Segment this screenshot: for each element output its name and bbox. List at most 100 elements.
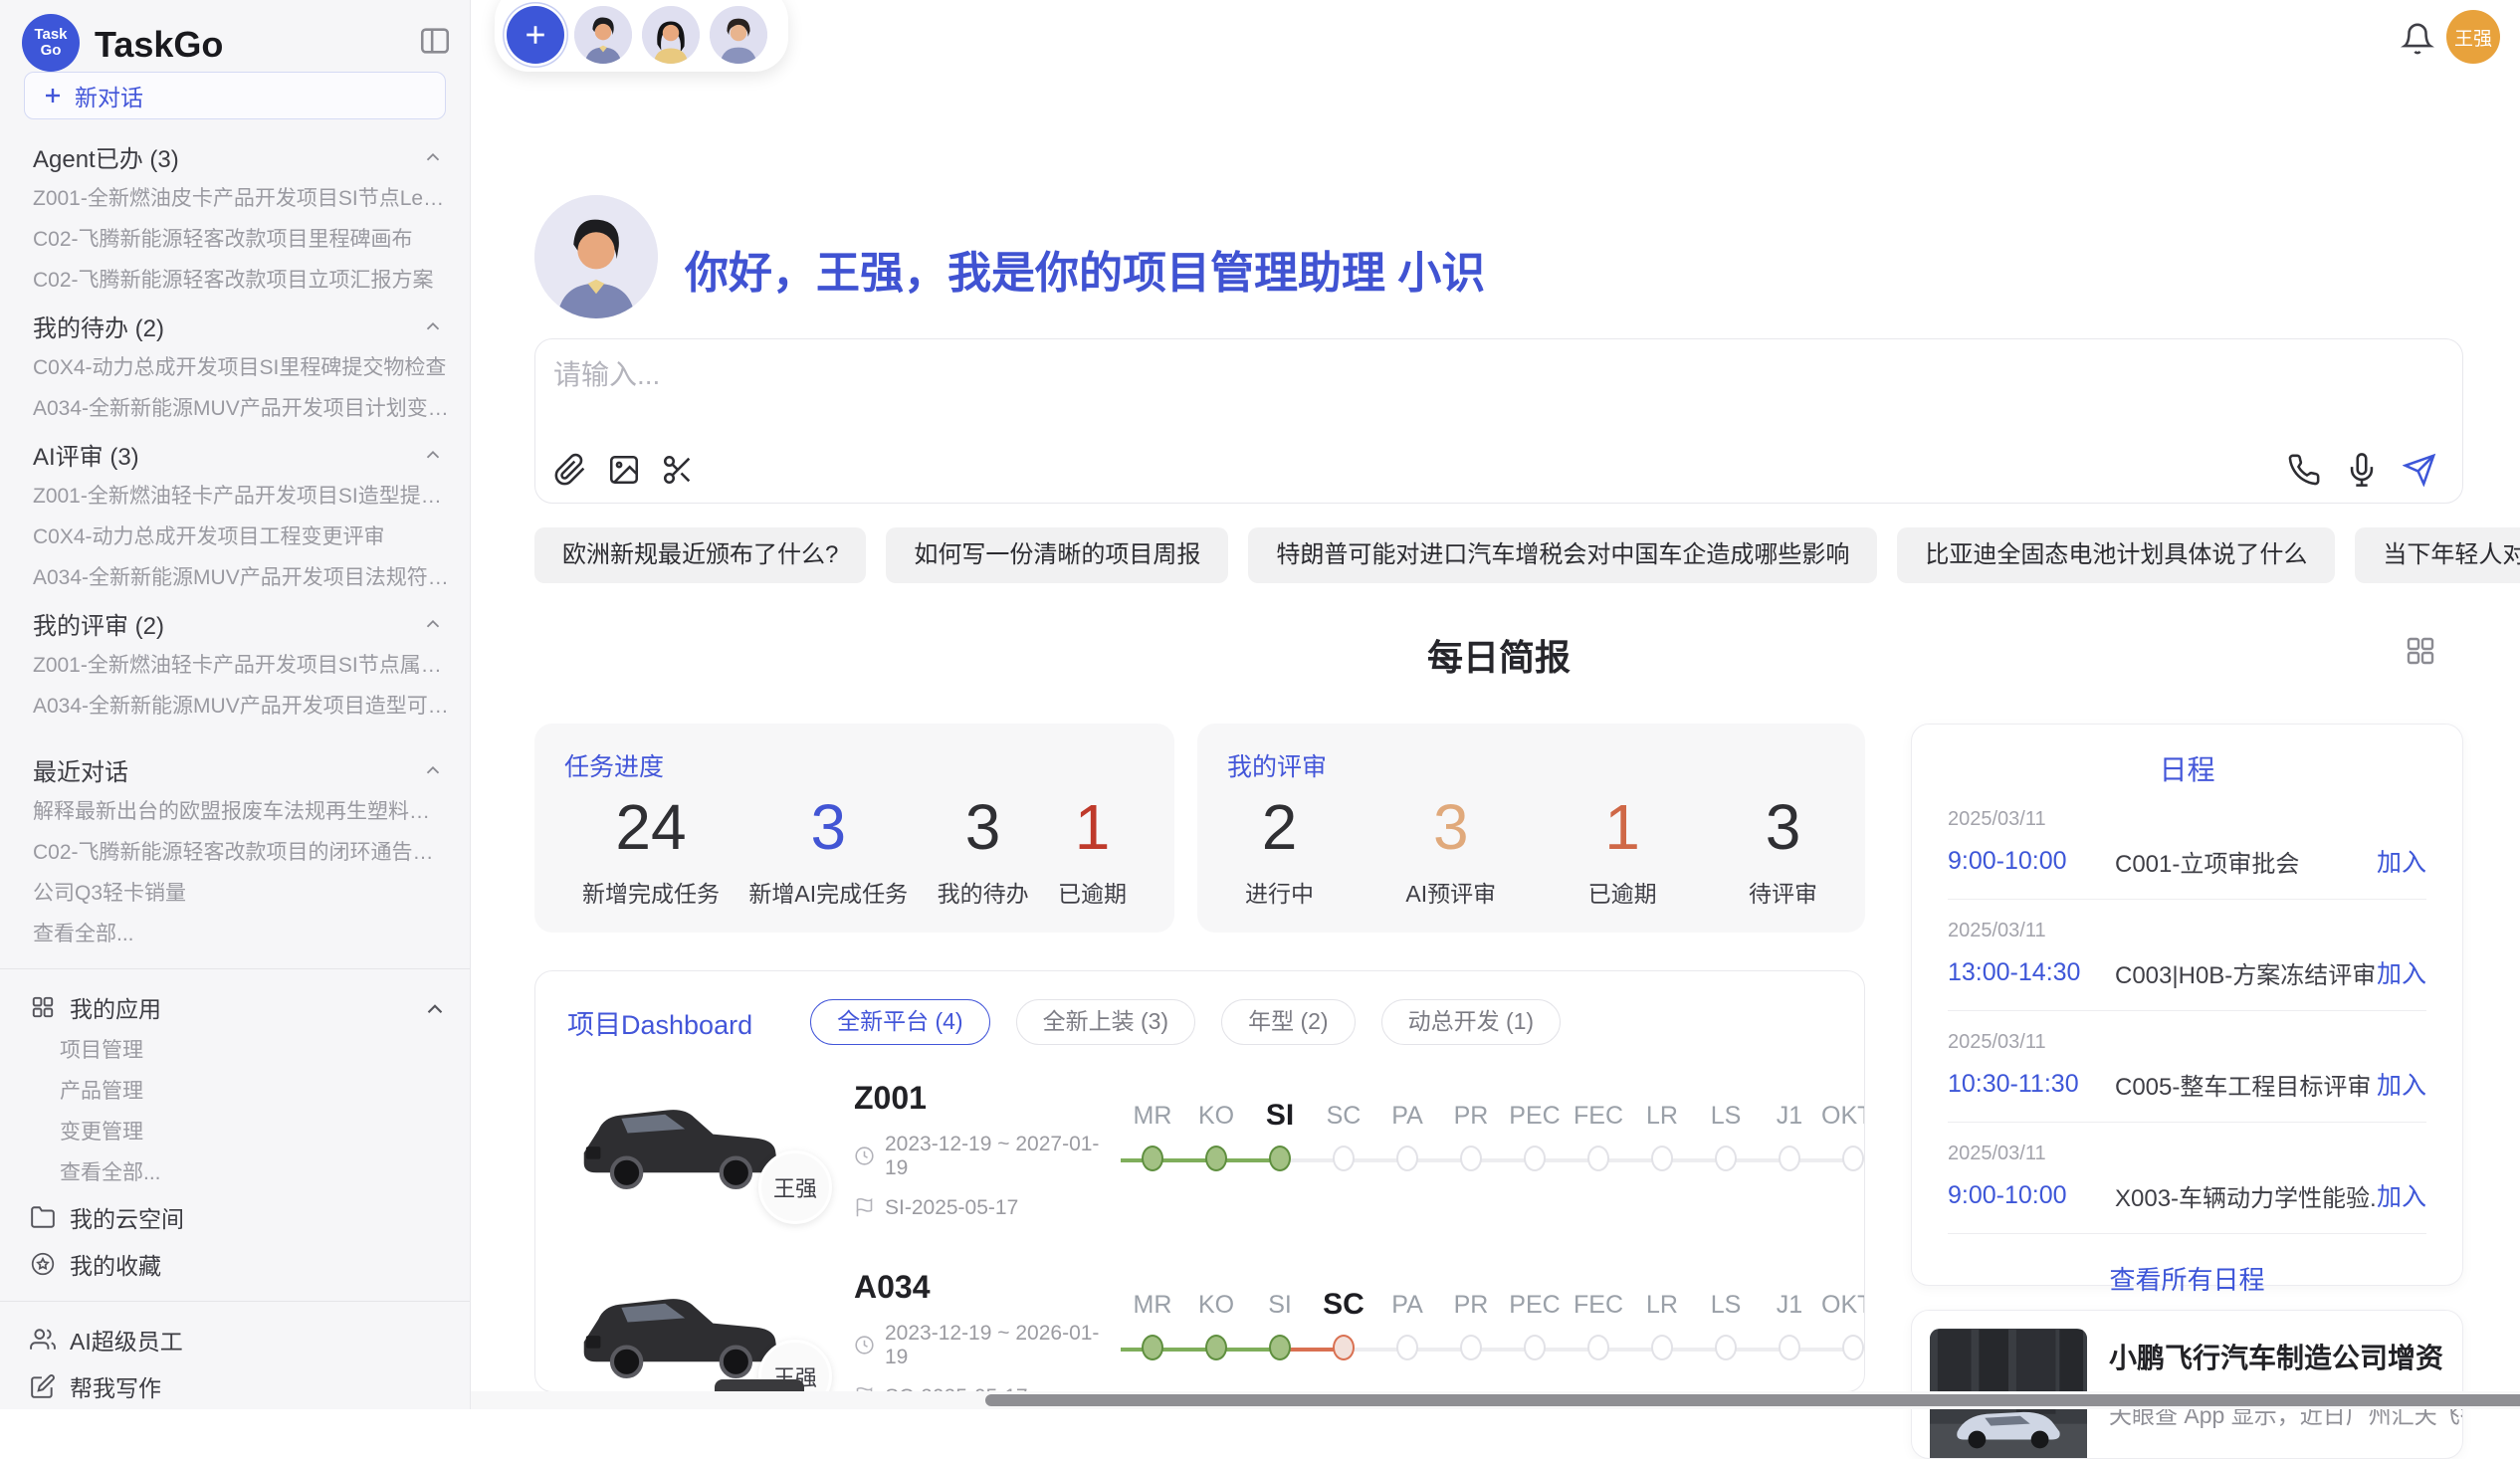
- app-title: TaskGo: [95, 24, 223, 66]
- chevron-up-icon[interactable]: [422, 146, 444, 168]
- stat-review-overdue: 1 已逾期: [1588, 787, 1657, 909]
- view-all-schedule-link[interactable]: 查看所有日程: [1948, 1260, 2426, 1297]
- edit-square-icon: [30, 1373, 56, 1399]
- scissors-icon[interactable]: [661, 453, 695, 487]
- new-session-button[interactable]: [507, 6, 564, 64]
- suggestion-chip[interactable]: 特朗普可能对进口汽车增税会对中国车企造成哪些影响: [1248, 527, 1877, 583]
- image-icon[interactable]: [607, 453, 641, 487]
- suggestion-chip[interactable]: 如何写一份清晰的项目周报: [886, 527, 1228, 583]
- sidebar-collapse-icon[interactable]: [418, 24, 452, 58]
- section-title: AI评审 (3): [33, 437, 139, 472]
- logo-line1: Task: [34, 27, 67, 44]
- chevron-up-icon[interactable]: [422, 315, 444, 337]
- project-row-a034[interactable]: 王强 A034 2023-12-19 ~ 2026-01-19 SC-2025-…: [535, 1264, 1864, 1392]
- join-link[interactable]: 加入: [2377, 843, 2426, 879]
- project-row-z001[interactable]: 王强 Z001 2023-12-19 ~ 2027-01-19 SI-2025-…: [535, 1075, 1864, 1224]
- sidebar-scroll: Agent已办 (3) Z001-全新燃油皮卡产品开发项目SI节点Lesson …: [0, 131, 470, 1409]
- filter-year-model[interactable]: 年型 (2): [1221, 999, 1356, 1045]
- phone-icon[interactable]: [2287, 453, 2321, 487]
- join-link[interactable]: 加入: [2377, 1177, 2426, 1213]
- filter-new-body[interactable]: 全新上装 (3): [1016, 999, 1196, 1045]
- news-card[interactable]: 小鹏飞行汽车制造公司增资 天眼查 App 显示，近日广州汇天飞行汽...: [1911, 1310, 2463, 1459]
- recent-chat-item[interactable]: 解释最新出台的欧盟报废车法规再生塑料比例被调至15%...: [0, 791, 470, 832]
- stat-ai-prereview: 3 AI预评审: [1405, 787, 1496, 909]
- session-avatar-2[interactable]: [642, 6, 700, 64]
- sidebar-item[interactable]: A034-全新新能源MUV产品开发项目造型可行性评审: [0, 686, 470, 727]
- project-info: Z001 2023-12-19 ~ 2027-01-19 SI-2025-05-…: [854, 1080, 1103, 1220]
- milestone-dot: [1842, 1335, 1864, 1360]
- chevron-up-icon[interactable]: [422, 613, 444, 635]
- schedule-event: 2025/03/11 10:30-11:30 C005-整车工程目标评审 加入: [1948, 1031, 2426, 1123]
- daily-briefing-title: 每日简报: [534, 629, 2463, 681]
- session-avatar-1[interactable]: [574, 6, 632, 64]
- stat-overdue: 1 已逾期: [1058, 787, 1127, 909]
- suggestion-chip[interactable]: 当下年轻人对汽车外观有怎样的喜好趋势: [2355, 527, 2520, 583]
- sidebar-item-help-write[interactable]: 帮我写作: [0, 1362, 470, 1409]
- sidebar-item[interactable]: Z001-全新燃油皮卡产品开发项目SI节点Lesson Learn报告: [0, 178, 470, 219]
- stat-in-progress: 2 进行中: [1245, 787, 1314, 909]
- milestone-dot: [1587, 1146, 1609, 1171]
- sidebar-item[interactable]: A034-全新新能源MUV产品开发项目计划变更表编写: [0, 388, 470, 429]
- clock-icon: [854, 1335, 875, 1355]
- section-title: Agent已办 (3): [33, 139, 179, 174]
- recent-chat-item[interactable]: C02-飞腾新能源轻客改款项目的闭环通告反馈情况: [0, 832, 470, 873]
- milestone-dot: [1524, 1146, 1546, 1171]
- sidebar-item-favorites[interactable]: 我的收藏: [0, 1240, 470, 1287]
- sidebar-item[interactable]: C0X4-动力总成开发项目工程变更评审: [0, 517, 470, 557]
- schedule-card: 日程 2025/03/11 9:00-10:00 C001-立项审批会 加入 2…: [1911, 724, 2463, 1286]
- chevron-up-icon[interactable]: [422, 759, 444, 781]
- people-icon: [30, 1327, 56, 1353]
- cloud-space-label: 我的云空间: [70, 1200, 444, 1234]
- suggestion-chips: 欧洲新规最近颁布了什么? 如何写一份清晰的项目周报 特朗普可能对进口汽车增税会对…: [534, 527, 2463, 583]
- user-avatar[interactable]: 王强: [2446, 10, 2500, 64]
- chat-input[interactable]: [553, 353, 2444, 423]
- session-avatar-3[interactable]: [710, 6, 767, 64]
- milestone-dot-done: [1269, 1335, 1291, 1360]
- sidebar-item[interactable]: Z001-全新燃油轻卡产品开发项目SI造型提交物评审: [0, 476, 470, 517]
- filter-all-platform[interactable]: 全新平台 (4): [810, 999, 990, 1045]
- app-item-project-mgmt[interactable]: 项目管理: [0, 1030, 470, 1071]
- suggestion-chip[interactable]: 比亚迪全固态电池计划具体说了什么: [1897, 527, 2335, 583]
- milestone-dot: [1587, 1335, 1609, 1360]
- chevron-up-icon[interactable]: [422, 996, 444, 1018]
- notifications-bell-icon[interactable]: [2401, 22, 2434, 56]
- chevron-up-icon[interactable]: [422, 444, 444, 466]
- app-item-change-mgmt[interactable]: 变更管理: [0, 1112, 470, 1152]
- plus-icon: [41, 84, 65, 107]
- milestone-dot: [1651, 1335, 1673, 1360]
- filter-powertrain[interactable]: 动总开发 (1): [1381, 999, 1562, 1045]
- layout-grid-icon[interactable]: [2405, 635, 2436, 667]
- section-recent-chats: 最近对话: [0, 748, 470, 791]
- new-chat-button[interactable]: 新对话: [24, 72, 446, 119]
- sidebar-item[interactable]: A034-全新新能源MUV产品开发项目法规符合性评审: [0, 557, 470, 598]
- section-agent-done: Agent已办 (3): [0, 135, 470, 178]
- horizontal-scrollbar-thumb[interactable]: [985, 1394, 2520, 1406]
- sidebar-item[interactable]: C0X4-动力总成开发项目SI里程碑提交物检查: [0, 347, 470, 388]
- suggestion-chip[interactable]: 欧洲新规最近颁布了什么?: [534, 527, 866, 583]
- event-name: C003|H0B-方案冻结评审: [2115, 955, 2377, 990]
- app-item-product-mgmt[interactable]: 产品管理: [0, 1071, 470, 1112]
- news-text: 小鹏飞行汽车制造公司增资 天眼查 App 显示，近日广州汇天飞行汽...: [2109, 1329, 2463, 1440]
- section-title: 我的评审 (2): [33, 606, 164, 641]
- section-ai-review: AI评审 (3): [0, 433, 470, 476]
- microphone-icon[interactable]: [2345, 453, 2379, 487]
- apps-view-all[interactable]: 查看全部...: [0, 1152, 470, 1193]
- sidebar-item[interactable]: C02-飞腾新能源轻客改款项目立项汇报方案: [0, 260, 470, 301]
- sidebar-item[interactable]: Z001-全新燃油轻卡产品开发项目SI节点属性5D文件评审: [0, 645, 470, 686]
- milestone-dot: [1396, 1146, 1418, 1171]
- recent-chat-item[interactable]: 公司Q3轻卡销量: [0, 873, 470, 914]
- milestone-track: MR KO SI SC PA PR PEC FEC LR LS J1 OKTB: [1121, 1284, 1865, 1392]
- recent-view-all[interactable]: 查看全部...: [0, 914, 470, 954]
- milestone-dot: [1779, 1146, 1800, 1171]
- sidebar-item[interactable]: C02-飞腾新能源轻客改款项目里程碑画布: [0, 219, 470, 260]
- join-link[interactable]: 加入: [2377, 1066, 2426, 1102]
- attachment-icon[interactable]: [553, 453, 587, 487]
- sidebar-item-ai-employee[interactable]: AI超级员工: [0, 1316, 470, 1362]
- send-icon[interactable]: [2403, 453, 2436, 487]
- event-date: 2025/03/11: [1948, 920, 2426, 942]
- logo-line2: Go: [41, 43, 62, 60]
- join-link[interactable]: 加入: [2377, 954, 2426, 990]
- sidebar-item-my-apps[interactable]: 我的应用: [0, 983, 470, 1030]
- sidebar-item-cloud-space[interactable]: 我的云空间: [0, 1193, 470, 1240]
- project-code: Z001: [854, 1080, 1103, 1117]
